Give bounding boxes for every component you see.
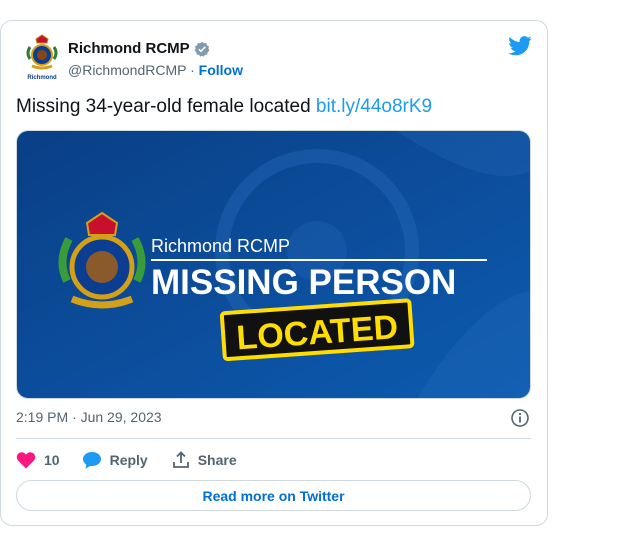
like-count: 10 xyxy=(44,452,60,468)
tweet-timestamp[interactable]: 2:19 PM · Jun 29, 2023 xyxy=(16,409,162,425)
avatar-caption: Richmond xyxy=(27,75,57,81)
reply-label: Reply xyxy=(109,452,148,468)
divider xyxy=(16,438,531,439)
reply-bubble-icon xyxy=(82,452,101,469)
follow-button[interactable]: Follow xyxy=(199,62,243,78)
tweet-time: 2:19 PM xyxy=(16,409,69,425)
tweet-media-image[interactable]: Richmond RCMP MISSING PERSON LOCATED xyxy=(16,130,531,399)
tweet-link[interactable]: bit.ly/44o8rK9 xyxy=(316,96,432,117)
read-more-button[interactable]: Read more on Twitter xyxy=(16,480,531,511)
info-icon[interactable] xyxy=(510,408,530,428)
share-button[interactable]: Share xyxy=(172,451,237,469)
author-name[interactable]: Richmond RCMP xyxy=(68,40,190,57)
share-icon xyxy=(172,451,189,468)
reply-button[interactable]: Reply xyxy=(82,451,148,469)
heart-icon xyxy=(16,452,36,469)
like-button[interactable]: 10 xyxy=(16,451,60,469)
tweet-body: Missing 34-year-old female located xyxy=(16,96,316,117)
handle-separator: · xyxy=(186,62,199,78)
author-row: Richmond RCMP xyxy=(68,40,210,57)
banner-org-line: Richmond RCMP xyxy=(151,236,290,256)
avatar[interactable]: Richmond xyxy=(22,33,62,81)
tweet-date: Jun 29, 2023 xyxy=(80,409,162,425)
tweet-text: Missing 34-year-old female located bit.l… xyxy=(16,96,432,118)
share-label: Share xyxy=(197,452,237,468)
action-bar: 10 Reply Share xyxy=(16,450,237,470)
twitter-bird-icon[interactable] xyxy=(508,36,532,56)
verified-badge-icon xyxy=(194,41,210,57)
banner-headline: MISSING PERSON xyxy=(151,263,456,302)
handle-line: @RichmondRCMP · Follow xyxy=(68,62,243,78)
author-handle[interactable]: @RichmondRCMP xyxy=(68,62,186,78)
